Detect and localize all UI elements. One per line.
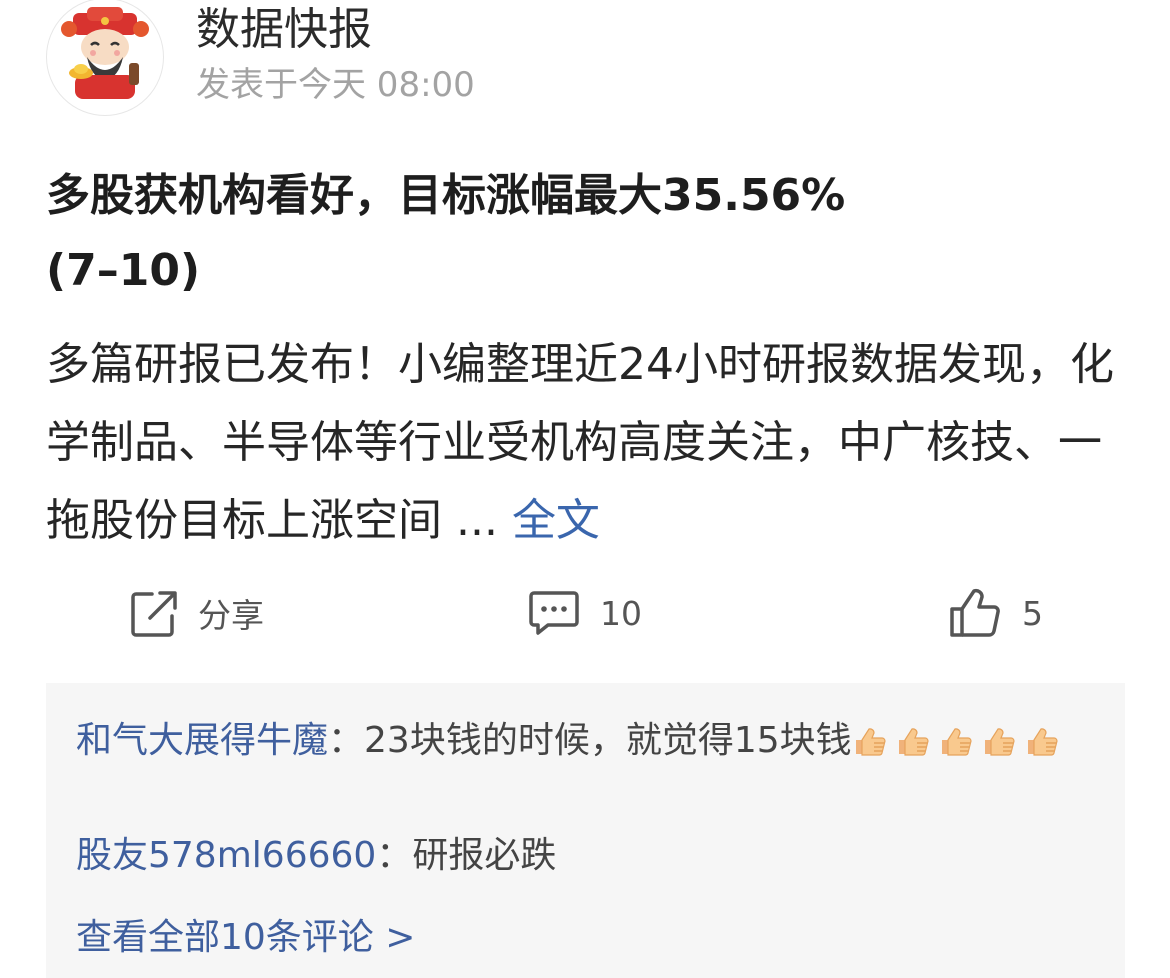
author-name[interactable]: 数据快报: [196, 2, 372, 58]
fortune-god-avatar-icon: [61, 7, 149, 99]
comment-username[interactable]: 股友578ml66660: [76, 835, 376, 876]
thumbs-up-emoji-icon: [898, 728, 929, 756]
thumbs-up-icon: [950, 588, 1000, 637]
like-count: 5: [1022, 593, 1043, 633]
post-title[interactable]: 多股获机构看好，目标涨幅最大35.56%(7–10): [46, 158, 846, 308]
view-all-comments-link[interactable]: 查看全部10条评论 >: [76, 913, 415, 963]
comment-icon: [529, 591, 579, 635]
post-header: 数据快报 发表于今天 08:00: [46, 0, 1146, 116]
comment-item[interactable]: 和气大展得牛魔：23块钱的时候，就觉得15块钱: [76, 713, 1106, 769]
post-time: 发表于今天 08:00: [196, 65, 475, 105]
read-more-link[interactable]: 全文: [512, 495, 600, 546]
author-avatar[interactable]: [46, 0, 164, 116]
comment-username[interactable]: 和气大展得牛魔: [76, 720, 328, 761]
comments-section: 和气大展得牛魔：23块钱的时候，就觉得15块钱 股友578ml66660：研报必…: [46, 683, 1125, 978]
share-label: 分享: [198, 596, 264, 635]
thumbs-up-emoji-icon: [1027, 728, 1058, 756]
share-icon: [131, 591, 177, 637]
thumbs-up-emoji-icon: [984, 728, 1015, 756]
like-button[interactable]: 5: [948, 580, 1043, 646]
comment-button[interactable]: 10: [528, 580, 642, 646]
post-summary[interactable]: 多篇研报已发布！小编整理近24小时研报数据发现，化学制品、半导体等行业受机构高度…: [46, 326, 1136, 560]
comment-item[interactable]: 股友578ml66660：研报必跌: [76, 828, 1106, 884]
comment-separator: ：: [376, 835, 413, 876]
comment-separator: ：: [328, 720, 365, 761]
comment-text: 研报必跌: [412, 835, 557, 876]
thumbs-up-emoji-icon: [855, 728, 886, 756]
share-button[interactable]: 分享: [130, 580, 264, 646]
comment-count: 10: [600, 593, 642, 633]
emoji-row: [852, 720, 1067, 761]
action-bar: 分享 10 5: [0, 580, 1170, 650]
comment-text: 23块钱的时候，就觉得15块钱: [364, 720, 852, 761]
thumbs-up-emoji-icon: [941, 728, 972, 756]
